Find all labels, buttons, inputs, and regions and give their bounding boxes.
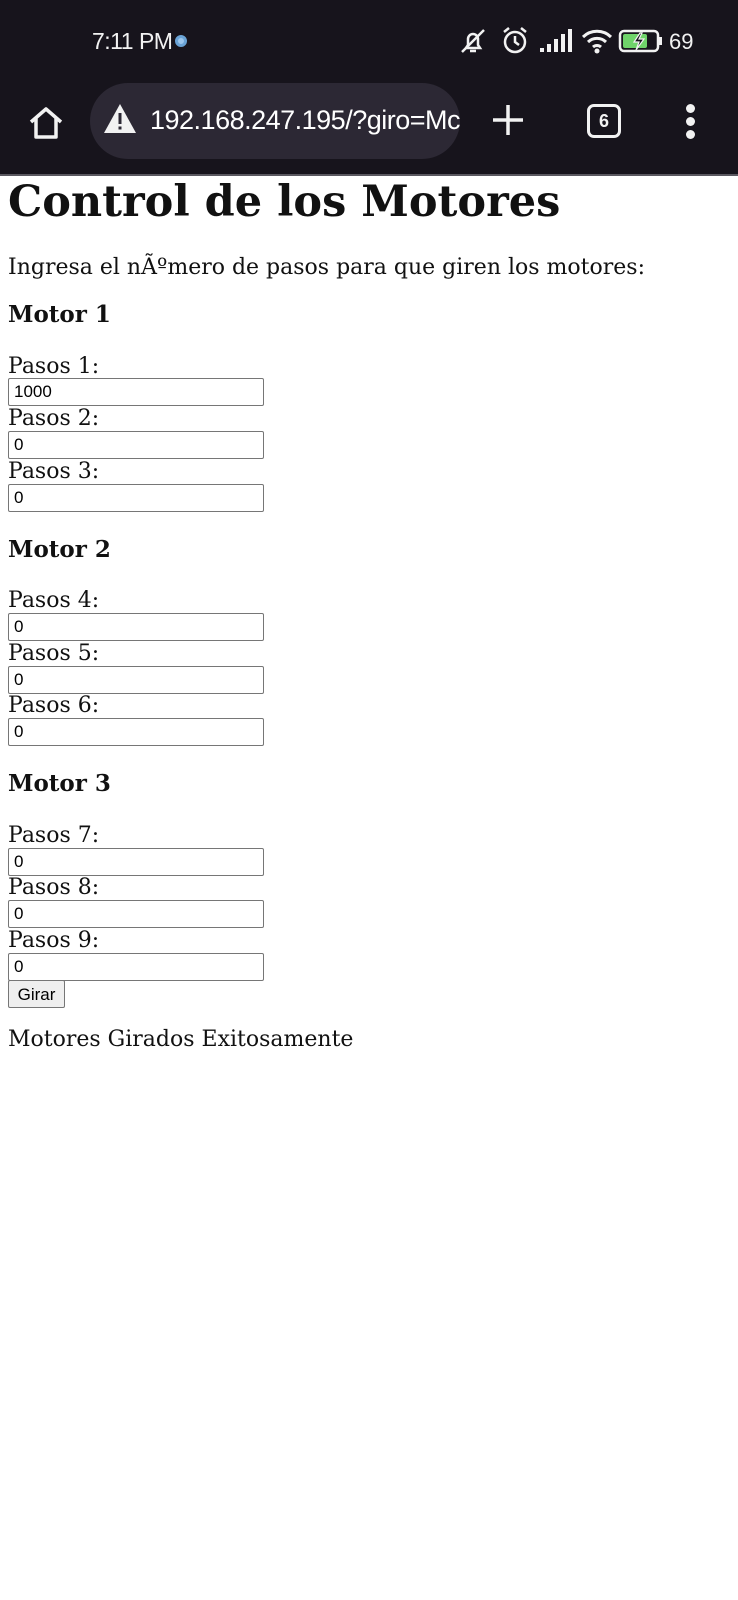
pasos-3-label: Pasos 3:: [8, 459, 100, 484]
pasos-5-input[interactable]: [8, 666, 264, 694]
pasos-9-label: Pasos 9:: [8, 928, 100, 953]
pasos-5-label: Pasos 5:: [8, 641, 100, 666]
tab-count: 6: [598, 111, 609, 131]
tabs-button[interactable]: 6: [587, 104, 621, 138]
plus-icon: [493, 105, 523, 135]
page-title: Control de los Motores: [8, 177, 561, 227]
battery-level: 69: [669, 29, 694, 54]
browser-toolbar: 192.168.247.195/?giro=Mc 6: [0, 82, 738, 176]
signal-icon: [540, 29, 572, 52]
pasos-7-input[interactable]: [8, 848, 264, 876]
pasos-7-label: Pasos 7:: [8, 823, 100, 848]
pasos-6-label: Pasos 6:: [8, 693, 100, 718]
pasos-4-input[interactable]: [8, 613, 264, 641]
sync-dot-icon: [175, 35, 187, 47]
home-button[interactable]: [26, 103, 66, 143]
pasos-4-label: Pasos 4:: [8, 588, 100, 613]
status-time: 7:11 PM: [92, 28, 173, 54]
pasos-2-input[interactable]: [8, 431, 264, 459]
address-bar[interactable]: 192.168.247.195/?giro=Mc: [90, 83, 460, 159]
home-icon: [29, 107, 63, 139]
url-text[interactable]: 192.168.247.195/?giro=Mc: [150, 105, 460, 136]
motor-1-title: Motor 1: [8, 301, 111, 328]
wifi-icon: [581, 29, 613, 54]
warning-icon[interactable]: [102, 102, 138, 136]
motor-2-title: Motor 2: [8, 536, 111, 563]
pasos-1-label: Pasos 1:: [8, 354, 100, 379]
result-message: Motores Girados Exitosamente: [8, 1027, 354, 1052]
battery-charging-icon: [618, 29, 662, 53]
pasos-6-input[interactable]: [8, 718, 264, 746]
more-vert-icon[interactable]: [684, 104, 696, 140]
pasos-1-input[interactable]: [8, 378, 264, 406]
pasos-9-input[interactable]: [8, 953, 264, 981]
mute-icon: [461, 29, 485, 53]
girar-button[interactable]: Girar: [8, 980, 65, 1008]
pasos-2-label: Pasos 2:: [8, 406, 100, 431]
motor-3-title: Motor 3: [8, 770, 111, 797]
pasos-8-input[interactable]: [8, 900, 264, 928]
intro-text: Ingresa el nÃºmero de pasos para que gir…: [8, 255, 645, 280]
alarm-icon: [503, 27, 527, 54]
pasos-8-label: Pasos 8:: [8, 875, 100, 900]
status-bar: 7:11 PM 69: [0, 0, 738, 82]
new-tab-button[interactable]: [490, 102, 526, 138]
pasos-3-input[interactable]: [8, 484, 264, 512]
